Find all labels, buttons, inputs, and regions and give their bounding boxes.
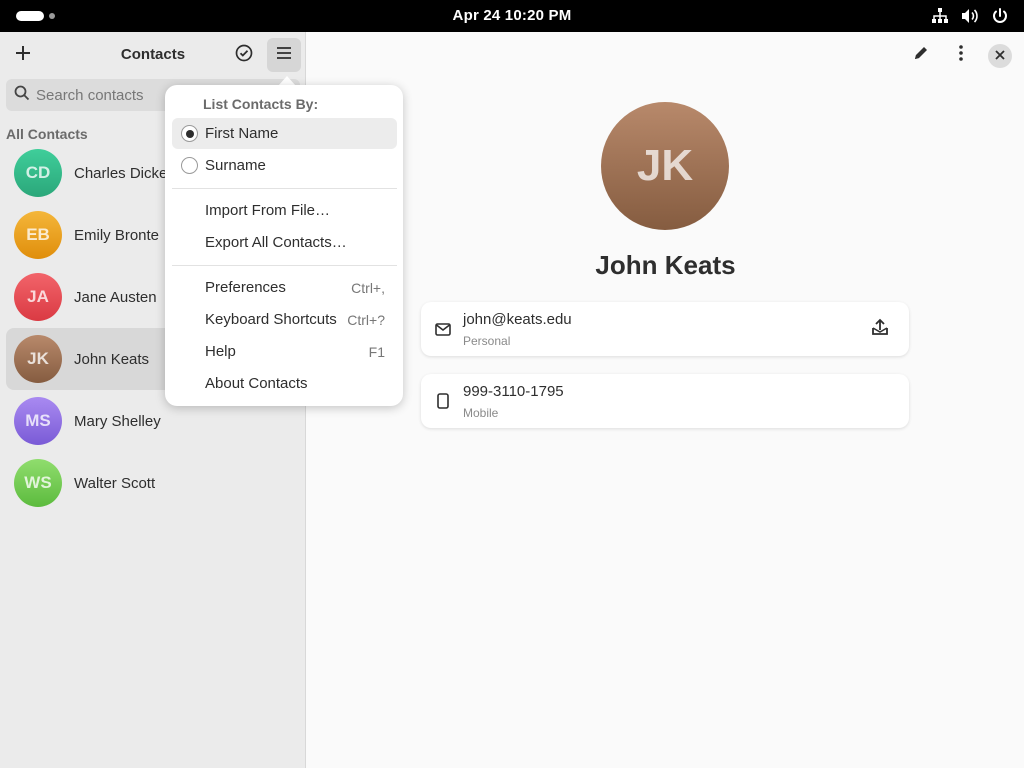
send-email-button[interactable] (869, 318, 891, 340)
export-all-contacts-item[interactable]: Export All Contacts… (172, 227, 397, 258)
contact-name: Walter Scott (74, 474, 156, 492)
contact-avatar: JK (601, 102, 729, 230)
plus-icon (15, 45, 31, 66)
sidebar-title: Contacts (120, 46, 186, 63)
menu-item-label: Keyboard Shortcuts (205, 311, 337, 328)
email-value: john@keats.edu (463, 311, 572, 328)
close-window-button[interactable] (988, 44, 1012, 68)
menu-item-label: First Name (205, 125, 279, 142)
contact-name: Emily Bronte (74, 226, 160, 244)
import-from-file-item[interactable]: Import From File… (172, 195, 397, 226)
menu-item-label: Surname (205, 157, 266, 174)
close-icon (995, 47, 1005, 65)
top-bar: Apr 24 10:20 PM (0, 0, 1024, 32)
menu-item-label: Help (205, 343, 236, 360)
phone-icon (433, 391, 453, 411)
phone-card[interactable]: 999-3110-1795 Mobile (421, 374, 909, 428)
avatar: MS (14, 397, 62, 445)
vertical-dots-icon (959, 44, 963, 66)
contact-name: Jane Austen (74, 288, 157, 306)
contact-detail-pane: JK John Keats john@keats.edu Personal 99… (307, 32, 1024, 768)
avatar: CD (14, 149, 62, 197)
workspace-indicator-active (16, 11, 44, 21)
avatar: WS (14, 459, 62, 507)
search-icon (14, 85, 30, 106)
sidebar-header: Contacts (0, 32, 306, 78)
contact-name: John Keats (74, 350, 150, 368)
menu-item-label: About Contacts (205, 375, 308, 392)
menu-item-shortcut: Ctrl+, (351, 279, 385, 296)
keyboard-shortcuts-item[interactable]: Keyboard Shortcuts Ctrl+? (172, 304, 397, 335)
menu-separator (172, 188, 397, 189)
menu-item-label: Import From File… (205, 202, 331, 219)
volume-icon (960, 6, 980, 26)
mail-send-icon (871, 318, 889, 341)
system-tray[interactable] (930, 6, 1010, 26)
radio-button-unchecked[interactable] (181, 157, 198, 174)
avatar: JK (14, 335, 62, 383)
preferences-item[interactable]: Preferences Ctrl+, (172, 272, 397, 303)
sort-first-name-option[interactable]: First Name (172, 118, 397, 149)
about-contacts-item[interactable]: About Contacts (172, 368, 397, 399)
power-icon (990, 6, 1010, 26)
menu-heading: List Contacts By: (203, 96, 319, 112)
radio-button-checked[interactable] (181, 125, 198, 142)
phone-type: Mobile (463, 406, 499, 420)
selection-mode-button[interactable] (227, 38, 261, 72)
main-menu-button[interactable] (267, 38, 301, 72)
edit-contact-button[interactable] (904, 38, 938, 72)
envelope-icon (433, 319, 453, 339)
contact-full-name: John Keats (595, 250, 736, 280)
email-type: Personal (463, 334, 511, 348)
avatar: EB (14, 211, 62, 259)
hamburger-icon (276, 46, 292, 65)
contact-row[interactable]: WS Walter Scott (6, 452, 300, 514)
more-options-button[interactable] (944, 38, 978, 72)
menu-item-shortcut: F1 (368, 343, 385, 360)
avatar: JA (14, 273, 62, 321)
menu-item-shortcut: Ctrl+? (347, 311, 385, 328)
section-label: All Contacts (6, 126, 88, 142)
add-contact-button[interactable] (6, 38, 40, 72)
activities-button[interactable] (16, 11, 55, 21)
help-item[interactable]: Help F1 (172, 336, 397, 367)
network-icon (930, 6, 950, 26)
sort-surname-option[interactable]: Surname (172, 150, 397, 181)
pencil-icon (913, 45, 929, 66)
menu-item-label: Export All Contacts… (205, 234, 347, 251)
contact-name: Mary Shelley (74, 412, 161, 430)
main-menu-popover: List Contacts By: First Name Surname Imp… (165, 85, 403, 406)
email-card[interactable]: john@keats.edu Personal (421, 302, 909, 356)
phone-value: 999-3110-1795 (463, 383, 564, 400)
check-circle-icon (235, 44, 253, 67)
menu-item-label: Preferences (205, 279, 286, 296)
workspace-indicator-dot (49, 13, 55, 19)
clock[interactable]: Apr 24 10:20 PM (453, 7, 572, 24)
menu-separator (172, 265, 397, 266)
